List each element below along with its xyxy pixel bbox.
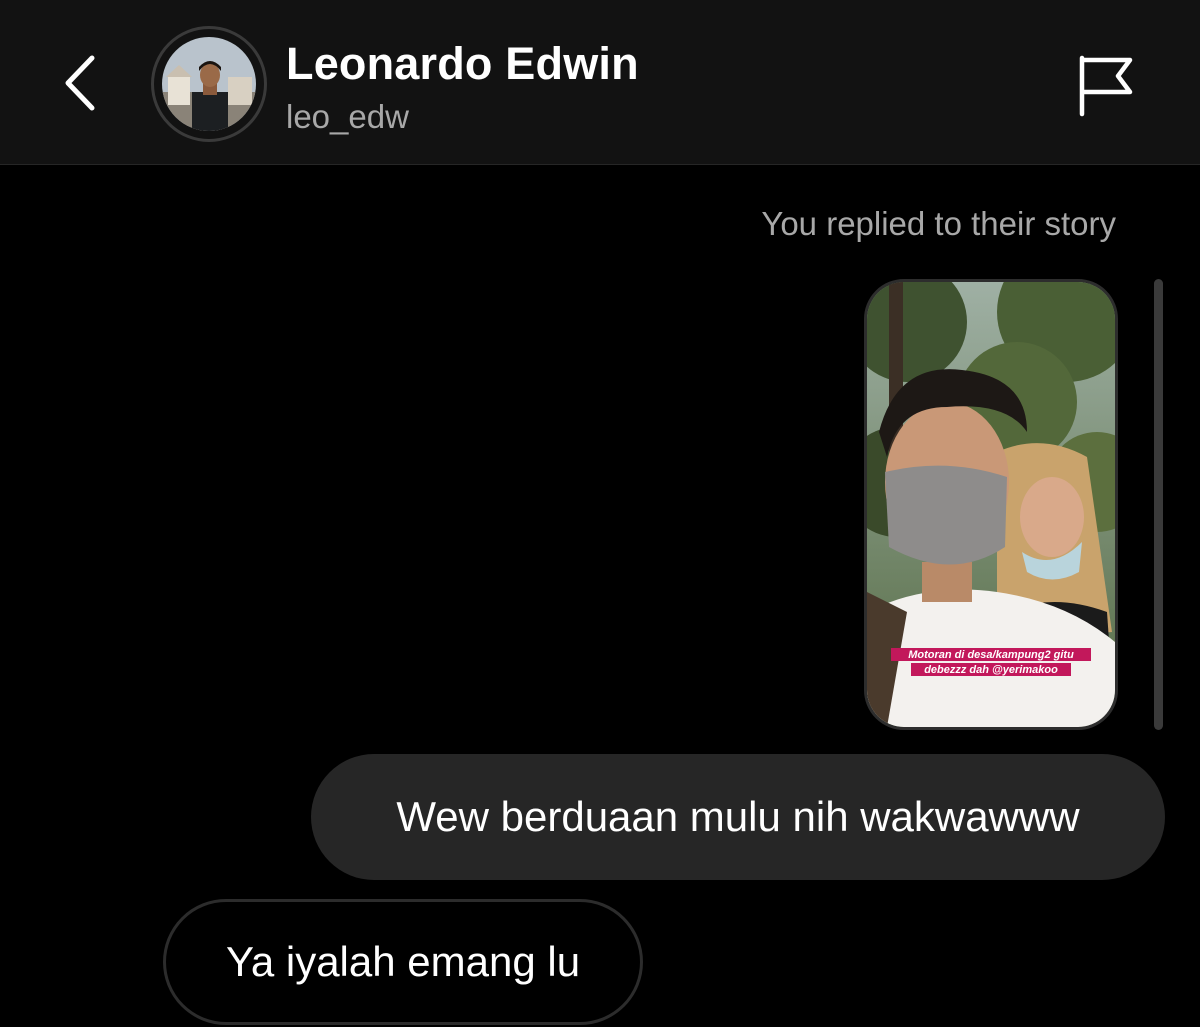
avatar-photo (162, 37, 256, 131)
chevron-left-icon (65, 55, 95, 111)
report-button[interactable] (1072, 50, 1138, 120)
back-button[interactable] (56, 50, 106, 116)
scrollbar[interactable] (1154, 279, 1163, 730)
story-image: Motoran di desa/kampung2 gitu debezzz da… (867, 282, 1115, 727)
chat-header: Leonardo Edwin leo_edw (0, 0, 1200, 165)
profile-avatar[interactable] (151, 26, 267, 142)
flag-icon (1079, 55, 1133, 117)
contact-name: Leonardo Edwin (286, 38, 639, 89)
outgoing-message[interactable]: Wew berduaan mulu nih wakwawww (311, 754, 1165, 880)
story-caption-line2: debezzz dah @yerimakoo (924, 664, 1058, 676)
story-preview[interactable]: Motoran di desa/kampung2 gitu debezzz da… (864, 279, 1118, 730)
incoming-message[interactable]: Ya iyalah emang lu (163, 899, 643, 1025)
story-caption-line1: Motoran di desa/kampung2 gitu (908, 649, 1074, 661)
contact-username: leo_edw (286, 98, 409, 135)
story-reply-note: You replied to their story (761, 205, 1116, 242)
